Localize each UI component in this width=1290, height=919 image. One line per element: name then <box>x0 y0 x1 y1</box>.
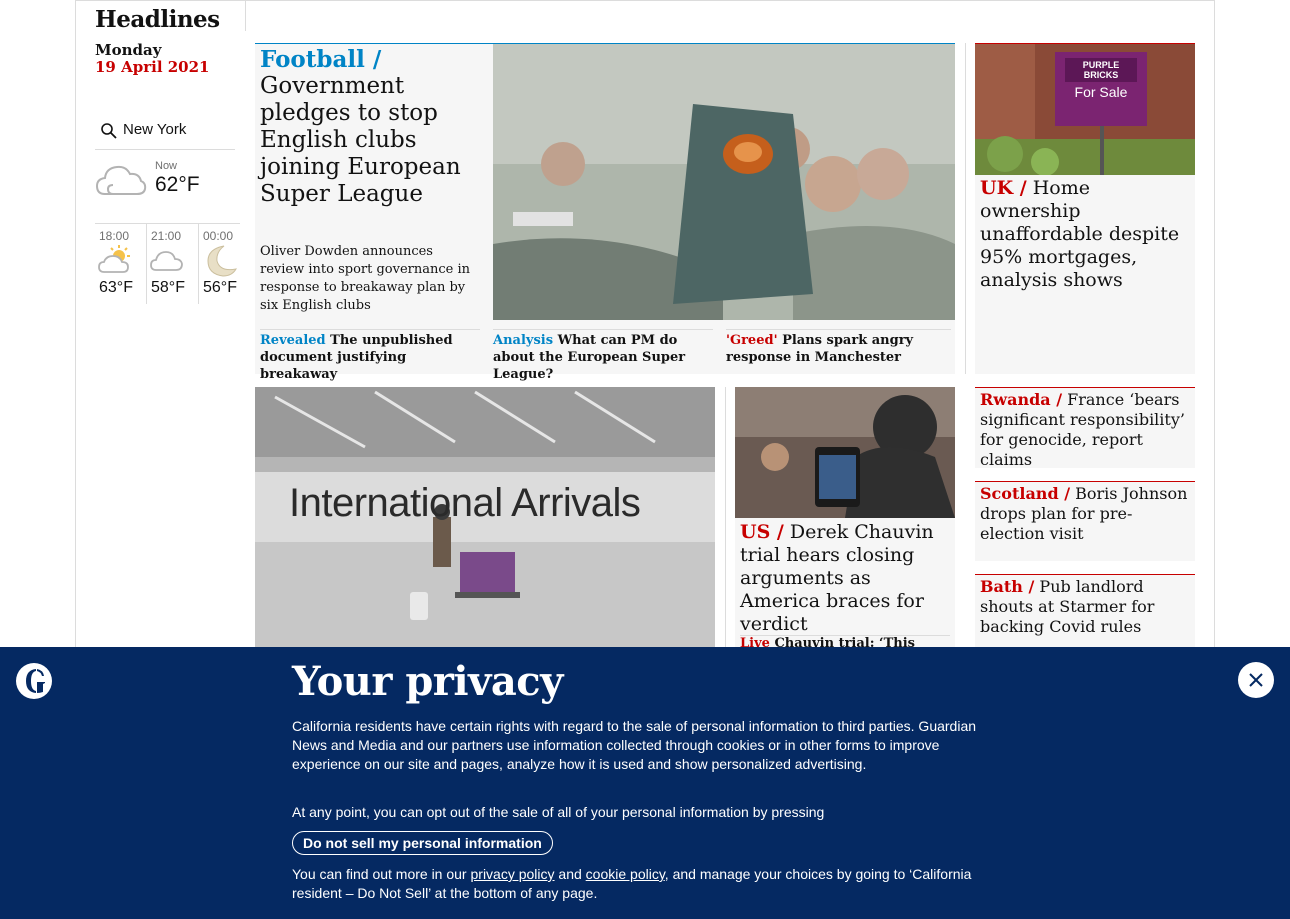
top-rule <box>75 0 1215 1</box>
cloud-icon <box>95 160 147 204</box>
moon-icon <box>202 244 238 282</box>
uk-kicker: UK / <box>980 177 1027 199</box>
now-temperature: 62°F <box>155 173 200 196</box>
weather-location-search[interactable]: New York <box>95 116 235 150</box>
forecast-time: 18:00 <box>99 229 130 243</box>
cloud-icon <box>150 244 186 280</box>
and-text: and <box>558 866 582 882</box>
side-story-card[interactable]: Scotland / Boris Johnson drops plan for … <box>975 481 1195 561</box>
uk-story-text[interactable]: UK / Home ownership unaffordable despite… <box>980 177 1192 292</box>
cookie-policy-link[interactable]: cookie policy <box>586 866 665 882</box>
privacy-body: California residents have certain rights… <box>292 718 977 772</box>
close-icon <box>1238 673 1274 702</box>
forecast-item: 18:00 63°F <box>95 224 143 304</box>
privacy-policy-link[interactable]: privacy policy <box>471 866 555 882</box>
column-divider <box>965 43 966 374</box>
lead-kicker[interactable]: Football / <box>260 46 381 73</box>
privacy-title: Your privacy <box>292 658 563 705</box>
rail-divider <box>245 0 246 31</box>
sublink[interactable]: Analysis What can PM do about the Europe… <box>493 329 713 383</box>
uk-story-image[interactable]: PURPLE BRICKS For Sale <box>975 44 1195 175</box>
sublink-kicker: Analysis <box>493 333 554 348</box>
sun-cloud-icon <box>98 244 134 280</box>
close-button[interactable] <box>1238 662 1274 698</box>
uk-story-card[interactable]: PURPLE BRICKS For Sale UK / Home ownersh… <box>975 43 1195 374</box>
sublink[interactable]: Revealed The unpublished document justif… <box>260 329 480 383</box>
us-story-text[interactable]: US / Derek Chauvin trial hears closing a… <box>740 521 952 636</box>
weather-forecast: 18:00 63°F 21:00 58°F 00:00 56°F <box>95 223 240 304</box>
weather-location[interactable]: New York <box>123 121 186 138</box>
forecast-time: 00:00 <box>203 229 234 243</box>
sublink[interactable]: 'Greed' Plans spark angry response in Ma… <box>726 329 951 366</box>
sublink-kicker: Revealed <box>260 333 326 348</box>
section-title: Headlines <box>95 6 220 33</box>
lead-image[interactable] <box>493 44 955 320</box>
forecast-time: 21:00 <box>151 229 182 243</box>
side-kicker: Scotland / <box>980 484 1071 503</box>
lead-story-card[interactable]: Football / Government pledges to stop En… <box>255 43 955 382</box>
do-not-sell-button[interactable]: Do not sell my personal information <box>292 831 553 855</box>
date: 19 April 2021 <box>95 58 210 76</box>
arrivals-story-image[interactable]: International Arrivals <box>255 387 715 647</box>
more-prefix: You can find out more in our <box>292 866 467 882</box>
us-story-image[interactable] <box>735 387 955 518</box>
forecast-item: 00:00 56°F <box>198 224 246 304</box>
lead-standfirst: Oliver Dowden announces review into spor… <box>260 244 470 313</box>
privacy-optout-text: At any point, you can opt out of the sal… <box>292 804 825 820</box>
lead-headline[interactable]: Government pledges to stop English clubs… <box>260 73 480 208</box>
us-story-card[interactable]: US / Derek Chauvin trial hears closing a… <box>735 387 955 666</box>
us-kicker: US / <box>740 521 784 543</box>
side-story-card[interactable]: Bath / Pub landlord shouts at Starmer fo… <box>975 574 1195 647</box>
forecast-temperature: 58°F <box>151 279 185 296</box>
privacy-banner: Your privacy California residents have c… <box>0 647 1290 919</box>
forecast-temperature: 56°F <box>203 279 237 296</box>
sublink-kicker: 'Greed' <box>726 333 778 348</box>
guardian-logo-icon <box>16 663 52 703</box>
sign-brand: PURPLE BRICKS <box>1065 58 1137 82</box>
side-kicker: Bath / <box>980 577 1035 596</box>
side-kicker: Rwanda / <box>980 390 1063 409</box>
privacy-more-text: You can find out more in our privacy pol… <box>292 865 982 903</box>
forecast-item: 21:00 58°F <box>146 224 194 304</box>
side-story-card[interactable]: Rwanda / France ‘bears significant respo… <box>975 387 1195 469</box>
sign-for-sale: For Sale <box>1074 84 1128 100</box>
search-icon <box>100 122 118 144</box>
arrivals-sign-text: International Arrivals <box>289 481 641 525</box>
forecast-temperature: 63°F <box>99 279 133 296</box>
column-divider <box>725 387 726 647</box>
now-label: Now <box>155 160 178 172</box>
weekday: Monday <box>95 41 162 59</box>
